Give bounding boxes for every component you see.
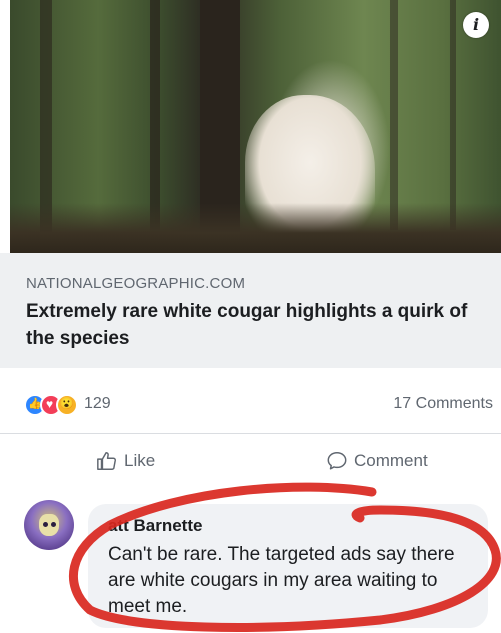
- like-button[interactable]: Like: [96, 450, 155, 472]
- like-label: Like: [124, 451, 156, 470]
- thumbs-up-icon: [97, 452, 116, 470]
- comment: att Barnette Can't be rare. The targeted…: [0, 488, 501, 633]
- forest-floor: [10, 203, 501, 253]
- avatar-eye: [51, 522, 56, 527]
- comment-button[interactable]: Comment: [326, 450, 428, 472]
- reactions-bar: 129 17 Comments: [0, 368, 501, 433]
- actions-bar: Like Comment: [0, 433, 501, 488]
- tree-trunk: [450, 0, 456, 230]
- avatar-face: [39, 514, 59, 536]
- link-preview[interactable]: NATIONALGEOGRAPHIC.COM Extremely rare wh…: [0, 253, 501, 368]
- comment-label: Comment: [354, 451, 428, 470]
- comment-bubble: att Barnette Can't be rare. The targeted…: [88, 504, 488, 628]
- comments-count[interactable]: 17 Comments: [393, 395, 493, 413]
- avatar-eye: [43, 522, 48, 527]
- link-title[interactable]: Extremely rare white cougar highlights a…: [26, 298, 487, 352]
- comment-author[interactable]: att Barnette: [108, 516, 474, 536]
- post-image[interactable]: i: [10, 0, 501, 253]
- info-icon[interactable]: i: [463, 12, 489, 38]
- reaction-count[interactable]: 129: [84, 395, 111, 413]
- avatar[interactable]: [24, 500, 74, 550]
- tree-trunk: [390, 0, 398, 230]
- comment-icon: [327, 452, 347, 470]
- link-domain: NATIONALGEOGRAPHIC.COM: [26, 275, 246, 292]
- tree-trunk: [150, 0, 160, 230]
- comment-text: Can't be rare. The targeted ads say ther…: [108, 544, 455, 617]
- wow-reaction-icon: [56, 394, 78, 416]
